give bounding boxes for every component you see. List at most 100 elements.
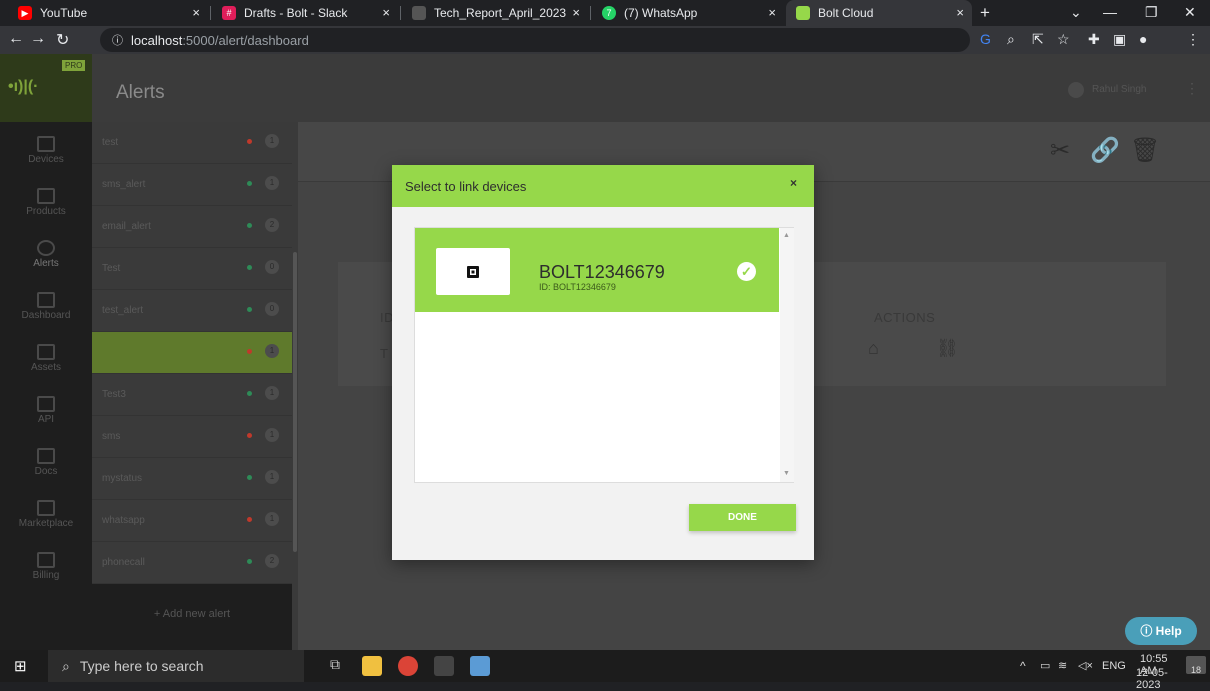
alert-list-item[interactable]: mystatus 1 — [92, 458, 292, 500]
tab-slack[interactable]: # Drafts - Bolt - Slack × — [212, 0, 398, 26]
file-explorer-icon[interactable] — [362, 656, 382, 676]
network-app-icon[interactable] — [470, 656, 490, 676]
address-bar[interactable]: ⓘ localhost :5000/alert/dashboard — [100, 28, 970, 52]
alert-list-item[interactable]: test 1 — [92, 122, 292, 164]
google-icon[interactable]: G — [980, 31, 991, 47]
side-panel-icon[interactable]: ▣ — [1113, 31, 1126, 48]
url-host: localhost — [131, 32, 183, 48]
user-menu-icon[interactable]: ⋮ — [1185, 80, 1199, 97]
sidebar-item-label: Alerts — [33, 258, 59, 269]
tab-title: YouTube — [40, 6, 88, 20]
alert-status-dot — [247, 139, 252, 144]
device-list-scrollbar[interactable]: ▲ ▼ — [780, 228, 794, 482]
minimize-icon[interactable]: — — [1103, 4, 1117, 20]
forward-icon[interactable]: → — [30, 30, 46, 48]
sidebar-item-docs[interactable]: Docs — [0, 442, 92, 494]
tab-close-icon[interactable]: × — [192, 5, 200, 20]
sidebar-item-api[interactable]: API — [0, 390, 92, 442]
tray-expand-icon[interactable]: ^ — [1020, 659, 1026, 673]
browser-tab-strip: ▶ YouTube × # Drafts - Bolt - Slack × Te… — [0, 0, 1210, 26]
sidebar-item-marketplace[interactable]: Marketplace — [0, 494, 92, 546]
tab-close-icon[interactable]: × — [572, 5, 580, 20]
sidebar-item-products[interactable]: Products — [0, 182, 92, 234]
sidebar-item-label: Marketplace — [18, 518, 74, 529]
info-icon[interactable]: ⓘ — [112, 32, 123, 48]
sidebar-item-dashboard[interactable]: Dashboard — [0, 286, 92, 338]
alert-count-badge: 0 — [265, 302, 279, 316]
profile-avatar-icon[interactable]: ● — [1139, 31, 1147, 47]
zoom-icon[interactable]: ⌕ — [1007, 31, 1015, 48]
scroll-down-icon[interactable]: ▼ — [783, 470, 790, 477]
modal-close-icon[interactable]: × — [790, 176, 797, 190]
tab-close-icon[interactable]: × — [956, 5, 964, 20]
alert-list-item[interactable]: Test3 1 — [92, 374, 292, 416]
close-window-icon[interactable]: ✕ — [1184, 4, 1196, 21]
back-icon[interactable]: ← — [8, 30, 24, 48]
avatar[interactable] — [1068, 82, 1084, 98]
alert-name: mystatus — [102, 473, 143, 484]
tab-bolt-cloud[interactable]: Bolt Cloud × — [786, 0, 972, 26]
tab-close-icon[interactable]: × — [382, 5, 390, 20]
tab-whatsapp[interactable]: 7 (7) WhatsApp × — [592, 0, 784, 26]
alert-list-item[interactable]: 1 — [92, 332, 292, 374]
done-button[interactable]: DONE — [689, 504, 796, 531]
add-new-alert-button[interactable]: + Add new alert — [92, 584, 292, 650]
terminal-icon[interactable] — [434, 656, 454, 676]
task-view-icon[interactable]: ⧉ — [330, 656, 350, 676]
device-list: BOLT12346679 ID: BOLT12346679 ✓ ▲ ▼ — [414, 227, 794, 483]
help-button[interactable]: ⓘ Help — [1125, 617, 1197, 645]
chrome-icon[interactable] — [398, 656, 418, 676]
tab-youtube[interactable]: ▶ YouTube × — [8, 0, 208, 26]
sidebar-item-devices[interactable]: Devices — [0, 130, 92, 182]
user-name[interactable]: Rahul Singh — [1092, 84, 1146, 95]
column-header-actions: ACTIONS — [874, 310, 936, 325]
alert-list-item[interactable]: test_alert 0 — [92, 290, 292, 332]
link-icon[interactable]: 🔗 — [1090, 136, 1120, 165]
search-placeholder: Type here to search — [79, 658, 204, 674]
delete-trash-icon[interactable]: 🗑 — [1130, 136, 1160, 165]
alert-list-item[interactable]: sms_alert 1 — [92, 164, 292, 206]
unlink-icon[interactable]: ⛓ — [936, 338, 959, 359]
configure-tools-icon[interactable]: ✂ — [1050, 136, 1070, 165]
bookmark-star-icon[interactable]: ☆ — [1057, 31, 1070, 48]
extensions-icon[interactable]: ✚ — [1088, 31, 1100, 48]
reload-icon[interactable]: ↻ — [56, 30, 69, 50]
device-list-item[interactable]: BOLT12346679 ID: BOLT12346679 ✓ — [415, 228, 779, 312]
wifi-icon[interactable]: ≋ — [1058, 659, 1067, 672]
alert-list-item[interactable]: sms 1 — [92, 416, 292, 458]
share-icon[interactable]: ⇱ — [1032, 31, 1044, 48]
restore-icon[interactable]: ❐ — [1145, 4, 1158, 21]
scrollbar-thumb[interactable] — [293, 252, 297, 552]
taskbar-search[interactable]: ⌕ Type here to search — [48, 650, 304, 682]
tab-tech-report[interactable]: Tech_Report_April_2023 × — [402, 0, 588, 26]
sidebar-item-alerts[interactable]: Alerts — [0, 234, 92, 286]
page-title: Alerts — [116, 82, 165, 103]
selected-check-icon[interactable]: ✓ — [737, 262, 756, 281]
clock-date[interactable]: 12-05-2023 — [1136, 667, 1170, 691]
notifications-icon[interactable]: 18 — [1186, 656, 1206, 675]
alert-status-dot — [247, 559, 252, 564]
alert-list-item[interactable]: email_alert 2 — [92, 206, 292, 248]
scroll-up-icon[interactable]: ▲ — [783, 232, 790, 239]
volume-muted-icon[interactable]: ◁× — [1078, 659, 1093, 672]
menu-kebab-icon[interactable]: ⋮ — [1186, 31, 1200, 48]
alert-list-item[interactable]: Test 0 — [92, 248, 292, 290]
tab-close-icon[interactable]: × — [768, 5, 776, 20]
alert-status-dot — [247, 475, 252, 480]
sidebar-item-assets[interactable]: Assets — [0, 338, 92, 390]
new-tab-button[interactable]: + — [980, 3, 990, 23]
windows-start-icon[interactable]: ⊞ — [14, 657, 27, 675]
sidebar-item-billing[interactable]: Billing — [0, 546, 92, 598]
alert-count-badge: 1 — [265, 134, 279, 148]
youtube-icon: ▶ — [18, 6, 32, 20]
sidebar-item-label: Docs — [34, 466, 58, 477]
alert-count-badge: 1 — [265, 344, 279, 358]
alert-list-item[interactable]: phonecall 2 — [92, 542, 292, 584]
chart-icon[interactable]: ⌂ — [868, 338, 879, 359]
alert-list-item[interactable]: whatsapp 1 — [92, 500, 292, 542]
battery-icon[interactable]: ▭ — [1040, 659, 1050, 672]
bolt-logo[interactable]: •ı)|(· PRO — [0, 54, 92, 122]
tab-title: Bolt Cloud — [818, 6, 874, 20]
tab-search-icon[interactable]: ⌄ — [1070, 4, 1082, 21]
language-indicator[interactable]: ENG — [1102, 660, 1126, 672]
